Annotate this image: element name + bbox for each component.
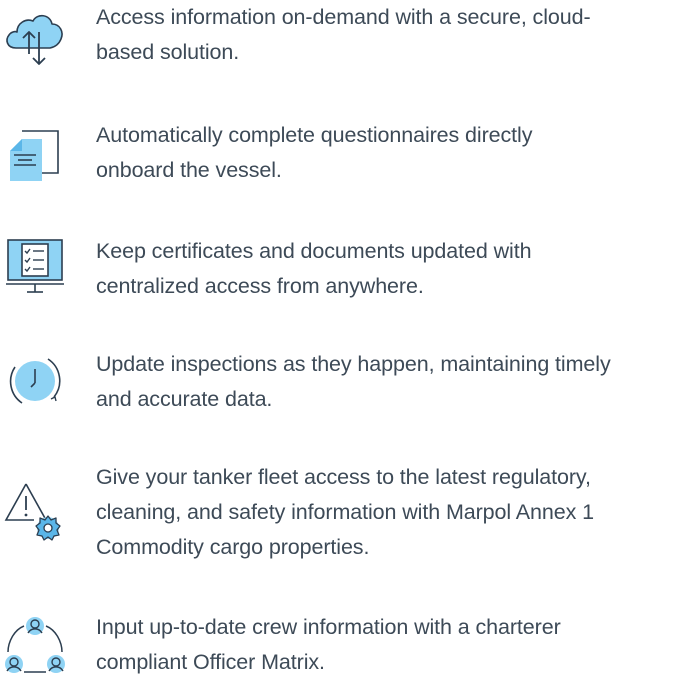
clock-refresh-icon	[2, 349, 66, 413]
feature-line: based solution.	[96, 40, 240, 64]
crew-network-icon	[2, 612, 66, 676]
feature-line: Automatically complete questionnaires di…	[96, 123, 533, 147]
cloud-sync-icon	[2, 2, 66, 66]
feature-line: Update inspections as they happen, maint…	[96, 352, 611, 376]
feature-text: Automatically complete questionnaires di…	[96, 118, 690, 188]
monitor-checklist-icon	[2, 234, 66, 298]
document-questionnaire-icon	[2, 121, 66, 185]
feature-line: Give your tanker fleet access to the lat…	[96, 465, 591, 489]
feature-line: cleaning, and safety information with Ma…	[96, 500, 594, 524]
feature-text: Input up-to-date crew information with a…	[96, 610, 690, 680]
feature-text: Give your tanker fleet access to the lat…	[96, 460, 690, 565]
feature-text: Update inspections as they happen, maint…	[96, 347, 690, 417]
warning-gear-icon	[2, 480, 66, 544]
feature-text: Keep certificates and documents updated …	[96, 234, 690, 304]
feature-text: Access information on-demand with a secu…	[96, 0, 690, 70]
feature-line: onboard the vessel.	[96, 158, 282, 182]
feature-line: Keep certificates and documents updated …	[96, 239, 532, 263]
feature-line: centralized access from anywhere.	[96, 274, 424, 298]
feature-line: Commodity cargo properties.	[96, 535, 370, 559]
feature-line: Access information on-demand with a secu…	[96, 5, 591, 29]
feature-line: and accurate data.	[96, 387, 273, 411]
feature-line: compliant Officer Matrix.	[96, 650, 325, 674]
feature-line: Input up-to-date crew information with a…	[96, 615, 561, 639]
